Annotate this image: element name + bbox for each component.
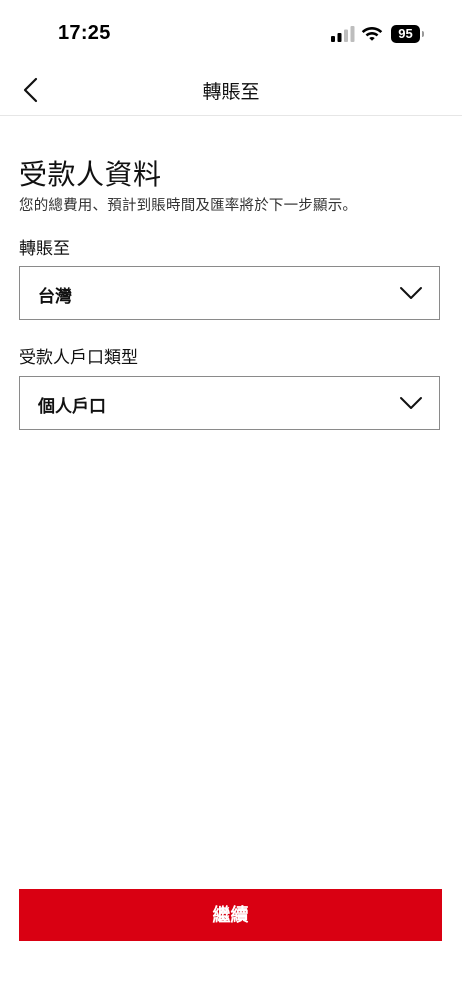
section-subtitle: 您的總費用、預計到賬時間及匯率將於下一步顯示。 xyxy=(19,198,358,214)
page-title: 轉賬至 xyxy=(202,81,260,103)
chevron-down-icon xyxy=(399,395,423,411)
chevron-down-icon xyxy=(399,285,423,301)
transfer-to-value: 台灣 xyxy=(38,287,72,307)
status-time: 17:25 xyxy=(58,22,111,44)
section-heading: 受款人資料 xyxy=(19,158,162,191)
battery-level: 95 xyxy=(391,25,420,43)
status-bar: 17:25 95 xyxy=(0,0,462,66)
wifi-icon xyxy=(361,24,383,42)
cellular-signal-icon xyxy=(331,26,355,42)
battery-icon: 95 xyxy=(391,25,425,43)
account-type-select[interactable]: 個人戶口 xyxy=(19,376,440,430)
battery-tip xyxy=(422,31,424,37)
transfer-to-select[interactable]: 台灣 xyxy=(19,266,440,320)
account-type-label: 受款人戶口類型 xyxy=(19,348,138,368)
account-type-value: 個人戶口 xyxy=(38,397,106,417)
transfer-to-label: 轉賬至 xyxy=(19,239,70,259)
nav-header: 轉賬至 xyxy=(0,66,462,116)
continue-button[interactable]: 繼續 xyxy=(19,889,442,941)
